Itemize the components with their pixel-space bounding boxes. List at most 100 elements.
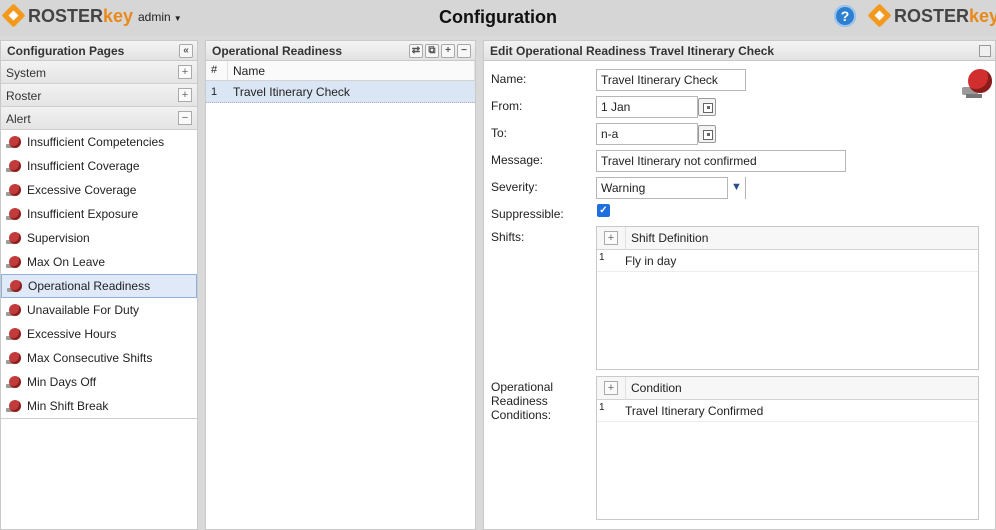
panel-title: Configuration Pages bbox=[7, 44, 125, 58]
alert-item-insufficient-coverage[interactable]: Insufficient Coverage bbox=[1, 154, 197, 178]
panel-header: Configuration Pages « bbox=[1, 41, 197, 61]
expand-icon[interactable]: + bbox=[178, 88, 192, 102]
table-row[interactable]: 1 Travel Itinerary Check bbox=[206, 81, 475, 103]
alert-item-max-consecutive-shifts[interactable]: Max Consecutive Shifts bbox=[1, 346, 197, 370]
alert-item-unavailable-for-duty[interactable]: Unavailable For Duty bbox=[1, 298, 197, 322]
alert-item-min-days-off[interactable]: Min Days Off bbox=[1, 370, 197, 394]
alert-item-label: Insufficient Competencies bbox=[27, 135, 165, 149]
alert-item-label: Operational Readiness bbox=[28, 279, 151, 293]
logo-diamond-icon bbox=[868, 4, 892, 28]
conditions-label-line: Conditions: bbox=[491, 408, 552, 422]
alarm-bell-icon bbox=[6, 183, 22, 197]
section-roster[interactable]: Roster + bbox=[1, 84, 197, 107]
alert-item-label: Max On Leave bbox=[27, 255, 106, 269]
grid-header: # Name bbox=[206, 61, 475, 81]
alert-item-insufficient-competencies[interactable]: Insufficient Competencies bbox=[1, 130, 197, 154]
add-button[interactable]: + bbox=[441, 44, 455, 58]
brand-text-roster: ROSTER bbox=[894, 5, 970, 26]
alert-item-operational-readiness[interactable]: Operational Readiness bbox=[1, 274, 197, 298]
column-header-condition: Condition bbox=[625, 376, 978, 400]
from-label: From: bbox=[491, 99, 523, 113]
alarm-bell-icon bbox=[6, 135, 22, 149]
alert-item-label: Insufficient Exposure bbox=[27, 207, 139, 221]
to-date-field[interactable]: n-a bbox=[596, 123, 698, 145]
alarm-bell-icon bbox=[6, 255, 22, 269]
rosterkey-logo-right: ROSTERkey bbox=[868, 4, 996, 28]
alert-item-label: Min Days Off bbox=[27, 375, 97, 389]
from-date-field[interactable]: 1 Jan bbox=[596, 96, 698, 118]
panel-header: Edit Operational Readiness Travel Itiner… bbox=[484, 41, 995, 61]
alert-item-label: Supervision bbox=[27, 231, 90, 245]
remove-button[interactable]: − bbox=[457, 44, 471, 58]
conditions-label-line: Readiness bbox=[491, 394, 548, 408]
shifts-grid: + Shift Definition 1 Fly in day bbox=[596, 226, 979, 370]
message-field[interactable]: Travel Itinerary not confirmed bbox=[596, 150, 846, 172]
to-label: To: bbox=[491, 126, 508, 140]
table-row[interactable]: 1 Fly in day bbox=[597, 250, 978, 272]
collapse-panel-button[interactable]: « bbox=[179, 44, 193, 58]
brand-text-key: key bbox=[969, 5, 996, 26]
alarm-bell-icon bbox=[7, 279, 23, 293]
table-row[interactable]: 1 Travel Itinerary Confirmed bbox=[597, 400, 978, 422]
alert-item-label: Insufficient Coverage bbox=[27, 159, 140, 173]
calendar-icon[interactable] bbox=[698, 98, 716, 116]
help-button[interactable]: ? bbox=[834, 5, 856, 27]
operational-readiness-panel: Operational Readiness ⇄ ⧉ + − # Name 1 T… bbox=[205, 40, 476, 530]
section-label: Roster bbox=[6, 89, 42, 103]
alert-item-excessive-coverage[interactable]: Excessive Coverage bbox=[1, 178, 197, 202]
message-label: Message: bbox=[491, 153, 544, 167]
section-system[interactable]: System + bbox=[1, 61, 197, 84]
column-header-name[interactable]: Name bbox=[228, 61, 475, 80]
collapse-icon[interactable]: − bbox=[178, 111, 192, 125]
conditions-label: Operational Readiness Conditions: bbox=[491, 380, 553, 422]
alert-item-max-on-leave[interactable]: Max On Leave bbox=[1, 250, 197, 274]
row-value: Travel Itinerary Confirmed bbox=[625, 403, 764, 418]
form-options-icon[interactable] bbox=[979, 45, 991, 57]
expand-icon[interactable]: + bbox=[178, 65, 192, 79]
alert-item-excessive-hours[interactable]: Excessive Hours bbox=[1, 322, 197, 346]
add-shift-button[interactable]: + bbox=[604, 231, 618, 245]
alert-item-supervision[interactable]: Supervision bbox=[1, 226, 197, 250]
conditions-label-line: Operational bbox=[491, 380, 554, 394]
section-alert[interactable]: Alert − bbox=[1, 107, 197, 130]
alert-item-label: Excessive Hours bbox=[27, 327, 117, 341]
row-number: 1 bbox=[599, 402, 605, 413]
section-label: Alert bbox=[6, 112, 31, 126]
alarm-bell-icon bbox=[6, 207, 22, 221]
app-header: ROSTERkey admin ▼ Configuration ? ROSTERk… bbox=[0, 0, 996, 36]
severity-label: Severity: bbox=[491, 180, 538, 194]
refresh-button[interactable]: ⇄ bbox=[409, 44, 423, 58]
alarm-bell-icon bbox=[6, 351, 22, 365]
severity-select[interactable]: Warning bbox=[596, 177, 746, 199]
conditions-grid: + Condition 1 Travel Itinerary Confirmed bbox=[596, 376, 979, 520]
panel-title: Edit Operational Readiness Travel Itiner… bbox=[490, 44, 775, 58]
alarm-bell-icon bbox=[6, 231, 22, 245]
suppressible-checkbox[interactable]: ✓ bbox=[597, 204, 610, 217]
configuration-pages-panel: Configuration Pages « System + Roster + … bbox=[0, 40, 198, 530]
alarm-bell-icon bbox=[6, 159, 22, 173]
grid-header: + Condition bbox=[597, 376, 978, 400]
name-field[interactable]: Travel Itinerary Check bbox=[596, 69, 746, 91]
add-condition-button[interactable]: + bbox=[604, 381, 618, 395]
chevron-down-icon[interactable]: ▼ bbox=[727, 177, 745, 199]
section-label: System bbox=[6, 66, 47, 80]
edit-form-panel: Edit Operational Readiness Travel Itiner… bbox=[483, 40, 996, 530]
column-header-number[interactable]: # bbox=[206, 61, 228, 80]
severity-value: Warning bbox=[601, 181, 646, 195]
alarm-bell-icon bbox=[6, 327, 22, 341]
alarm-bell-icon bbox=[6, 399, 22, 413]
calendar-icon[interactable] bbox=[698, 125, 716, 143]
alert-item-label: Min Shift Break bbox=[27, 399, 109, 413]
grid-header: + Shift Definition bbox=[597, 226, 978, 250]
row-number: 1 bbox=[599, 252, 605, 263]
row-number: 1 bbox=[211, 85, 218, 98]
panel-header: Operational Readiness ⇄ ⧉ + − bbox=[206, 41, 475, 61]
column-header-shift-definition: Shift Definition bbox=[625, 226, 978, 250]
suppressible-label: Suppressible: bbox=[491, 207, 564, 221]
row-value: Fly in day bbox=[625, 253, 677, 268]
name-label: Name: bbox=[491, 72, 527, 86]
alert-item-label: Max Consecutive Shifts bbox=[27, 351, 153, 365]
duplicate-button[interactable]: ⧉ bbox=[425, 44, 439, 58]
alert-item-insufficient-exposure[interactable]: Insufficient Exposure bbox=[1, 202, 197, 226]
alert-item-min-shift-break[interactable]: Min Shift Break bbox=[1, 394, 197, 418]
